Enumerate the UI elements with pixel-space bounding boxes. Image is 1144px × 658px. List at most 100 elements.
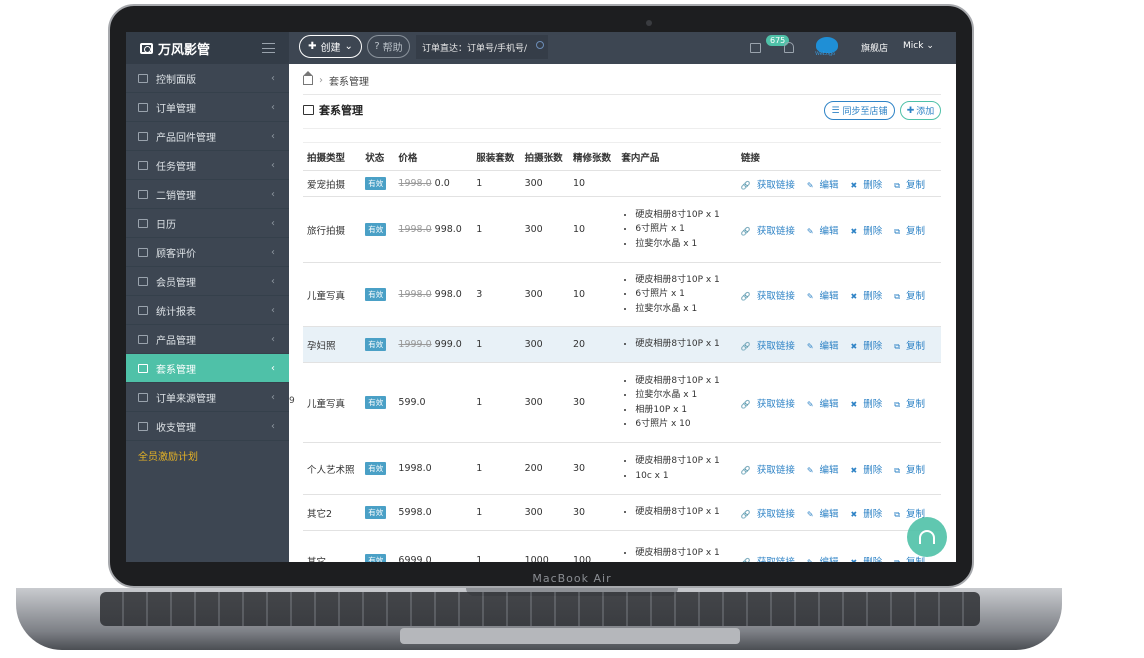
package-type: 儿童写真 bbox=[307, 398, 346, 410]
get-link-button[interactable]: 🔗 获取链接 bbox=[741, 341, 801, 352]
edit-button[interactable]: ✎ 编辑 bbox=[807, 465, 845, 476]
edit-button[interactable]: ✎ 编辑 bbox=[807, 557, 845, 563]
delete-button[interactable]: ✖ 删除 bbox=[851, 291, 889, 302]
product-list: 硬皮相册8寸10P x 1 bbox=[621, 337, 732, 352]
get-link-button[interactable]: 🔗 获取链接 bbox=[741, 509, 801, 520]
share-icon[interactable] bbox=[750, 43, 761, 53]
get-link-button[interactable]: 🔗 获取链接 bbox=[741, 291, 801, 302]
trackpad bbox=[400, 628, 740, 644]
help-label: 帮助 bbox=[382, 43, 403, 54]
sidebar-item-order-source[interactable]: 订单来源管理 ‹ bbox=[126, 383, 289, 412]
edit-button[interactable]: ✎ 编辑 bbox=[807, 341, 845, 352]
status-badge: 有效 bbox=[365, 462, 387, 475]
price: 0.0 bbox=[434, 178, 450, 189]
status-badge: 有效 bbox=[365, 288, 387, 301]
get-link-button[interactable]: 🔗 获取链接 bbox=[741, 399, 801, 410]
sidebar-item-incentive-plan[interactable]: 全员激励计划 bbox=[126, 441, 289, 470]
search-icon[interactable] bbox=[536, 41, 544, 49]
get-link-label: 获取链接 bbox=[756, 398, 795, 410]
sidebar-item-product-return[interactable]: 产品回件管理 ‹ bbox=[126, 122, 289, 151]
edit-button[interactable]: ✎ 编辑 bbox=[807, 399, 845, 410]
delete-button[interactable]: ✖ 删除 bbox=[851, 399, 889, 410]
sidebar-item-members[interactable]: 会员管理 ‹ bbox=[126, 267, 289, 296]
cell-type: 旅行拍摄 bbox=[303, 196, 362, 263]
get-link-button[interactable]: 🔗 获取链接 bbox=[741, 465, 801, 476]
copy-button[interactable]: ⧉ 复制 bbox=[894, 557, 931, 563]
order-search-input[interactable]: 订单直达：订单号/手机号/ bbox=[416, 35, 548, 59]
edit-button[interactable]: ✎ 编辑 bbox=[807, 226, 845, 237]
get-link-button[interactable]: 🔗 获取链接 bbox=[741, 226, 801, 237]
table-row: 儿童写真有效1998.0998.0330010硬皮相册8寸10P x 16寸照片… bbox=[303, 262, 941, 327]
close-icon: ✖ bbox=[850, 399, 858, 409]
edit-icon: ✎ bbox=[806, 465, 814, 475]
copy-label: 复制 bbox=[905, 179, 925, 191]
edit-button[interactable]: ✎ 编辑 bbox=[807, 291, 845, 302]
copy-button[interactable]: ⧉ 复制 bbox=[894, 341, 931, 352]
home-icon[interactable] bbox=[303, 71, 313, 85]
menu-toggle-icon[interactable] bbox=[262, 43, 275, 53]
help-button[interactable]: ? 帮助 bbox=[367, 35, 410, 58]
plus-icon: ✚ bbox=[906, 105, 915, 116]
delete-button[interactable]: ✖ 删除 bbox=[851, 180, 889, 191]
copy-button[interactable]: ⧉ 复制 bbox=[894, 465, 931, 476]
bell-icon[interactable] bbox=[784, 42, 794, 53]
chevron-left-icon: ‹ bbox=[271, 102, 275, 113]
delete-button[interactable]: ✖ 删除 bbox=[851, 557, 889, 563]
cell-products: 硬皮相册8寸10P x 16寸照片 x 1 bbox=[617, 530, 737, 562]
package-type: 孕妇照 bbox=[307, 340, 336, 352]
copy-button[interactable]: ⧉ 复制 bbox=[894, 291, 931, 302]
copy-label: 复制 bbox=[905, 225, 925, 237]
table-row: 爱宠拍摄 有效 1998.0 0.0 1 300 10 🔗 获取链接 ✎ 编辑 ✖ 删除 ⧉ 复制 bbox=[303, 170, 941, 197]
cell-shots: 300 bbox=[520, 262, 569, 327]
edit-icon: ✎ bbox=[806, 509, 814, 519]
col-header: 价格 bbox=[394, 142, 473, 171]
sidebar-item-resale[interactable]: 二销管理 ‹ bbox=[126, 180, 289, 209]
copy-label: 复制 bbox=[905, 290, 925, 302]
edit-button[interactable]: ✎ 编辑 bbox=[807, 509, 845, 520]
sidebar-item-products[interactable]: 产品管理 ‹ bbox=[126, 325, 289, 354]
edit-label: 编辑 bbox=[819, 556, 839, 563]
sync-to-store-button[interactable]: ☰ 同步至店铺 bbox=[824, 101, 895, 120]
delete-button[interactable]: ✖ 删除 bbox=[851, 509, 889, 520]
add-package-button[interactable]: ✚ 添加 bbox=[900, 101, 941, 120]
delete-button[interactable]: ✖ 删除 bbox=[851, 341, 889, 352]
chevron-left-icon: ‹ bbox=[271, 421, 275, 432]
copy-button[interactable]: ⧉ 复制 bbox=[894, 180, 931, 191]
sidebar-item-tasks[interactable]: 任务管理 ‹ bbox=[126, 151, 289, 180]
copy-button[interactable]: ⧉ 复制 bbox=[894, 399, 931, 410]
create-button[interactable]: ✚ 创建 ⌄ bbox=[299, 35, 362, 58]
delete-button[interactable]: ✖ 删除 bbox=[851, 226, 889, 237]
store-name[interactable]: 旗舰店 bbox=[861, 41, 888, 54]
cell-type: 爱宠拍摄 bbox=[303, 170, 362, 197]
copy-icon: ⧉ bbox=[894, 180, 900, 190]
sidebar-item-orders[interactable]: 订单管理 ‹ bbox=[126, 93, 289, 122]
get-link-button[interactable]: 🔗 获取链接 bbox=[741, 557, 801, 563]
table-header-row: 拍摄类型 状态 价格 服装套数 拍摄张数 精修张数 套内产品 链接 bbox=[303, 142, 941, 171]
copy-label: 复制 bbox=[905, 556, 925, 563]
camera-icon bbox=[140, 42, 153, 54]
cell-products bbox=[617, 170, 737, 197]
sidebar-item-calendar[interactable]: 日历 ‹ bbox=[126, 209, 289, 238]
breadcrumb-separator: › bbox=[319, 75, 323, 86]
user-menu[interactable]: Mick ⌄ bbox=[903, 41, 934, 51]
copy-button[interactable]: ⧉ 复制 bbox=[894, 226, 931, 237]
chevron-left-icon: ‹ bbox=[271, 160, 275, 171]
sidebar-item-reports[interactable]: 统计报表 ‹ bbox=[126, 296, 289, 325]
sidebar-item-dashboard[interactable]: 控制面版 ‹ bbox=[126, 64, 289, 93]
customer-service-button[interactable] bbox=[907, 517, 947, 557]
get-link-label: 获取链接 bbox=[756, 179, 795, 191]
delete-button[interactable]: ✖ 删除 bbox=[851, 465, 889, 476]
sidebar-item-packages[interactable]: 套系管理 ‹ bbox=[126, 354, 289, 383]
sync-icon: ☰ bbox=[831, 105, 840, 116]
sidebar-item-finance[interactable]: 收支管理 ‹ bbox=[126, 412, 289, 441]
cell-shots: 300 bbox=[520, 494, 569, 531]
edit-label: 编辑 bbox=[819, 225, 839, 237]
sidebar-item-label: 统计报表 bbox=[156, 306, 196, 318]
close-icon: ✖ bbox=[850, 180, 858, 190]
edit-button[interactable]: ✎ 编辑 bbox=[807, 180, 845, 191]
chevron-left-icon: ‹ bbox=[271, 392, 275, 403]
sidebar-item-reviews[interactable]: 顾客评价 ‹ bbox=[126, 238, 289, 267]
get-link-button[interactable]: 🔗 获取链接 bbox=[741, 180, 801, 191]
get-link-label: 获取链接 bbox=[756, 340, 795, 352]
delete-label: 删除 bbox=[863, 464, 883, 476]
